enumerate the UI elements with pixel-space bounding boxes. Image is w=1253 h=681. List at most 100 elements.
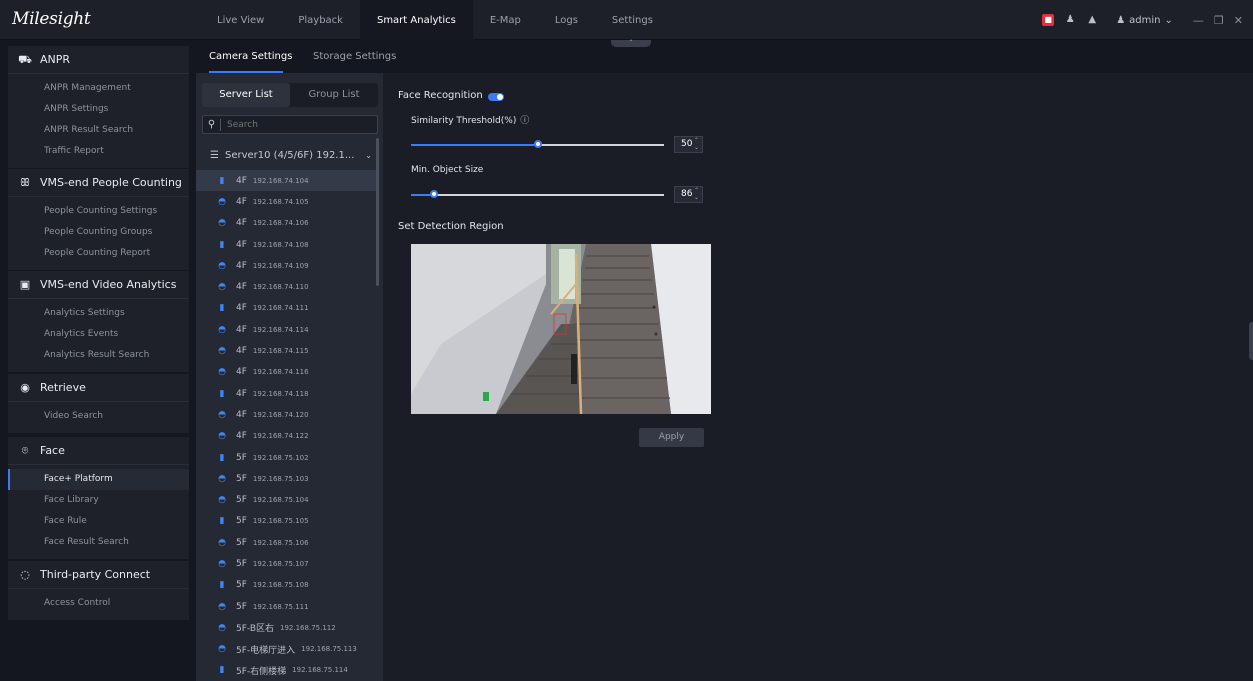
sidebar-group-header[interactable]: ▣ VMS-end Video Analytics [8, 271, 189, 299]
device-row[interactable]: ▮ 4F 192.168.74.104 [196, 170, 377, 192]
server-dropdown[interactable]: ☰ Server10 (4/5/6F) 192.1... ⌄ [202, 144, 378, 166]
sidebar-item-people-counting-groups[interactable]: People Counting Groups [8, 222, 189, 243]
similarity-threshold-text: Similarity Threshold(%) [411, 116, 517, 126]
device-name: 5F [236, 580, 247, 591]
tab-camera-settings[interactable]: Camera Settings [209, 51, 292, 62]
sidebar-item-access-control[interactable]: Access Control [8, 593, 189, 614]
device-ip: 192.168.75.114 [292, 666, 348, 675]
min-object-size-knob[interactable] [430, 190, 438, 198]
sidebar-item-people-counting-settings[interactable]: People Counting Settings [8, 201, 189, 222]
nav-settings[interactable]: Settings [595, 0, 670, 40]
similarity-threshold-slider[interactable] [411, 140, 664, 148]
minimize-icon[interactable]: — [1193, 14, 1204, 27]
alarm-icon[interactable]: ■ [1042, 14, 1055, 26]
close-icon[interactable]: ✕ [1234, 14, 1243, 27]
dome-camera-icon: ◓ [218, 537, 226, 548]
user-menu[interactable]: ♟ admin ⌄ [1116, 15, 1173, 26]
similarity-threshold-value: 50 [681, 139, 693, 149]
device-row[interactable]: ◓ 4F 192.168.74.114 [196, 319, 377, 340]
tab-storage-settings[interactable]: Storage Settings [313, 51, 396, 62]
device-row[interactable]: ◓ 4F 192.168.74.109 [196, 255, 377, 276]
device-row[interactable]: ◓ 5F-B区右 192.168.75.112 [196, 617, 377, 638]
device-name: 5F-B区右 [236, 624, 275, 635]
nav-live-view[interactable]: Live View [200, 0, 281, 40]
device-name: 5F [236, 495, 247, 506]
sidebar-item-video-search[interactable]: Video Search [8, 406, 189, 427]
server-list-button[interactable]: Server List [202, 83, 290, 107]
camera-preview[interactable] [411, 244, 711, 414]
user-manage-icon[interactable]: ♟ [1064, 14, 1076, 26]
device-ip: 192.168.75.106 [252, 538, 309, 547]
device-row[interactable]: ◓ 5F-电梯厅进入 192.168.75.113 [196, 639, 377, 660]
search-input[interactable] [221, 119, 361, 130]
sidebar-item-analytics-settings[interactable]: Analytics Settings [8, 303, 189, 324]
device-row[interactable]: ◓ 4F 192.168.74.116 [196, 362, 377, 383]
sidebar-item-analytics-events[interactable]: Analytics Events [8, 324, 189, 345]
bell-icon[interactable]: ▲ [1086, 14, 1098, 26]
face-recognition-toggle[interactable] [488, 93, 504, 101]
similarity-threshold-knob[interactable] [534, 140, 542, 148]
right-panel-handle[interactable] [1249, 322, 1253, 360]
device-row[interactable]: ◓ 5F 192.168.75.103 [196, 468, 377, 489]
restore-icon[interactable]: ❐ [1214, 14, 1224, 27]
device-row[interactable]: ◓ 5F 192.168.75.107 [196, 553, 377, 574]
device-row[interactable]: ◓ 4F 192.168.74.110 [196, 276, 377, 297]
device-row[interactable]: ▮ 4F 192.168.74.108 [196, 234, 377, 255]
collapse-top-button[interactable]: ⌃ [611, 40, 651, 47]
min-object-size-label: Min. Object Size [411, 165, 484, 175]
sidebar-item-analytics-result-search[interactable]: Analytics Result Search [8, 345, 189, 366]
sidebar-item-traffic-report[interactable]: Traffic Report [8, 141, 189, 162]
sidebar-item-face-result-search[interactable]: Face Result Search [8, 532, 189, 553]
device-row[interactable]: ▮ 5F-右侧楼梯 192.168.75.114 [196, 660, 377, 681]
nav-smart-analytics[interactable]: Smart Analytics [359, 0, 473, 40]
device-row[interactable]: ◓ 4F 192.168.74.105 [196, 191, 377, 212]
nav-e-map[interactable]: E-Map [473, 0, 538, 40]
similarity-threshold-input[interactable]: 50 ⌃ ⌄ [674, 136, 703, 153]
device-row[interactable]: ◓ 5F 192.168.75.106 [196, 532, 377, 553]
bullet-camera-icon: ▮ [219, 175, 225, 186]
sidebar-group-header[interactable]: ꕥ VMS-end People Counting [8, 169, 189, 197]
sidebar-item-people-counting-report[interactable]: People Counting Report [8, 243, 189, 264]
min-object-size-input[interactable]: 86 ⌃ ⌄ [674, 186, 703, 203]
device-row[interactable]: ◓ 5F 192.168.75.111 [196, 596, 377, 617]
nav-logs[interactable]: Logs [538, 0, 595, 40]
sidebar-group-header[interactable]: ⛟ ANPR [8, 46, 189, 74]
sidebar-item-face-platform[interactable]: Face+ Platform [8, 469, 189, 490]
device-ip: 192.168.74.106 [252, 219, 309, 228]
sidebar-item-anpr-result-search[interactable]: ANPR Result Search [8, 120, 189, 141]
device-row[interactable]: ▮ 4F 192.168.74.111 [196, 298, 377, 319]
nav-playback[interactable]: Playback [281, 0, 360, 40]
stepper-icon[interactable]: ⌃ ⌄ [694, 137, 699, 151]
device-row[interactable]: ▮ 5F 192.168.75.108 [196, 575, 377, 596]
sidebar-group-header[interactable]: ⌾ Face [8, 437, 189, 465]
sidebar-group-header[interactable]: ◌ Third-party Connect [8, 561, 189, 589]
device-row[interactable]: ◓ 5F 192.168.75.104 [196, 489, 377, 510]
sidebar-group-title: Face [40, 444, 65, 457]
apply-button[interactable]: Apply [639, 428, 704, 447]
sidebar-group-header[interactable]: ◉ Retrieve [8, 374, 189, 402]
device-ip: 192.168.75.111 [252, 602, 309, 611]
device-row[interactable]: ▮ 5F 192.168.75.105 [196, 511, 377, 532]
sidebar-item-anpr-management[interactable]: ANPR Management [8, 78, 189, 99]
device-list-scrollbar[interactable] [376, 138, 379, 286]
search-icon: ⚲ [203, 118, 221, 131]
device-ip: 192.168.74.110 [252, 283, 309, 292]
sidebar-item-face-rule[interactable]: Face Rule [8, 511, 189, 532]
device-row[interactable]: ◓ 4F 192.168.74.115 [196, 340, 377, 361]
stepper-icon[interactable]: ⌃ ⌄ [694, 187, 699, 201]
device-row[interactable]: ◓ 4F 192.168.74.120 [196, 404, 377, 425]
similarity-threshold-fill [411, 144, 538, 146]
device-row[interactable]: ▮ 4F 192.168.74.118 [196, 383, 377, 404]
info-icon[interactable]: ⓘ [520, 116, 529, 126]
connect-icon: ◌ [20, 567, 30, 581]
group-list-button[interactable]: Group List [290, 83, 378, 107]
device-name: 4F [236, 388, 247, 399]
device-name: 4F [236, 260, 247, 271]
min-object-size-slider[interactable] [411, 190, 664, 198]
search-box: ⚲ [202, 115, 378, 134]
device-row[interactable]: ◓ 4F 192.168.74.122 [196, 426, 377, 447]
sidebar-item-anpr-settings[interactable]: ANPR Settings [8, 99, 189, 120]
device-row[interactable]: ◓ 4F 192.168.74.106 [196, 213, 377, 234]
device-row[interactable]: ▮ 5F 192.168.75.102 [196, 447, 377, 468]
sidebar-item-face-library[interactable]: Face Library [8, 490, 189, 511]
